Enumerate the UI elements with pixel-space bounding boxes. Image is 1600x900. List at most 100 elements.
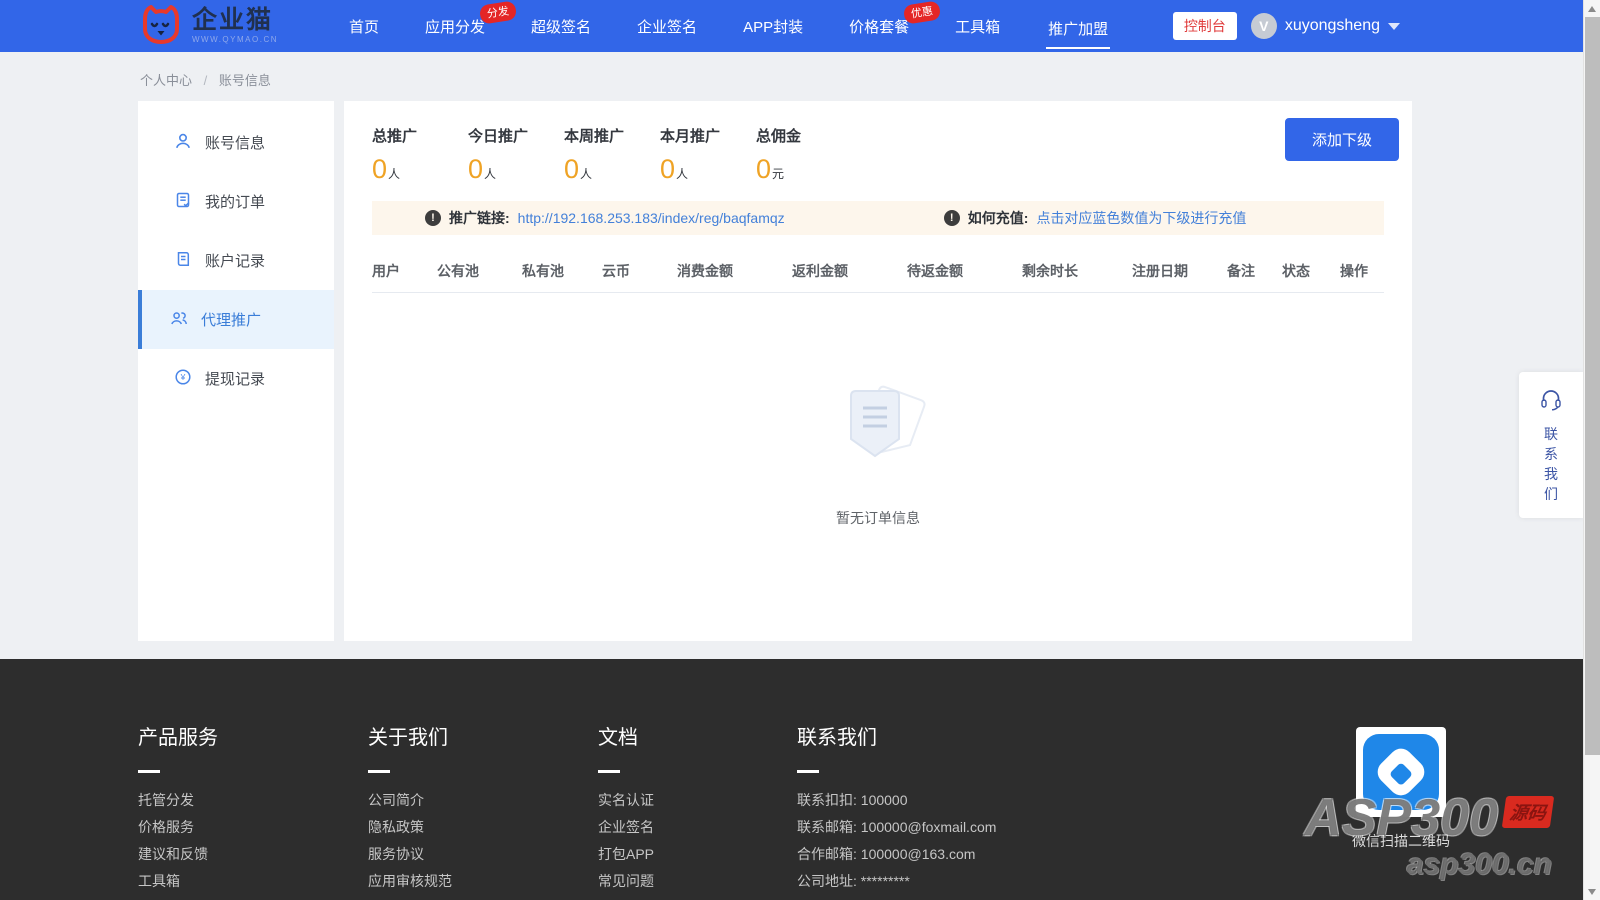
promotion-panel: 总推广 0人 今日推广 0人 本周推广 0人 本月推广 0人 总佣金 0元 添加… <box>344 101 1412 641</box>
user-icon <box>174 132 192 154</box>
nav-item-home[interactable]: 首页 <box>326 0 402 52</box>
ledger-icon <box>174 250 192 272</box>
footer-link-privacy-policy[interactable]: 隐私政策 <box>368 814 598 841</box>
footer-link-pricing-service[interactable]: 价格服务 <box>138 814 368 841</box>
username: xuyongsheng <box>1285 17 1380 35</box>
contact-us-tab[interactable]: 联 系 我 们 <box>1519 372 1583 518</box>
footer-link-package-app[interactable]: 打包APP <box>598 841 797 868</box>
nav-item-app-packaging[interactable]: APP封装 <box>720 0 826 52</box>
divider <box>598 770 620 773</box>
nav-item-label: 首页 <box>349 16 379 37</box>
sidebar: 账号信息 我的订单 账户记录 代理推广 ¥ 提现记录 <box>138 101 334 641</box>
recharge-label: 如何充值: <box>968 208 1029 228</box>
wechat-qr-code <box>1356 727 1446 817</box>
headset-icon <box>1539 387 1563 416</box>
sidebar-item-my-orders[interactable]: 我的订单 <box>138 172 334 231</box>
divider <box>368 770 390 773</box>
footer-link-enterprise-signature[interactable]: 企业签名 <box>598 814 797 841</box>
contact-email: 联系邮箱: 100000@foxmail.com <box>797 814 1217 841</box>
top-navbar: 企业猫 WWW.QYMAO.CN 首页 应用分发分发 超级签名 企业签名 APP… <box>0 0 1600 52</box>
footer-column-products: 产品服务 托管分发 价格服务 建议和反馈 工具箱 <box>138 721 368 895</box>
column-header-consumed-amount: 消费金额 <box>677 261 792 281</box>
footer-column-contact: 联系我们 联系扣扣: 100000 联系邮箱: 100000@foxmail.c… <box>797 721 1217 895</box>
notice-bar: ! 推广链接: http://192.168.253.183/index/reg… <box>372 201 1384 235</box>
withdraw-icon: ¥ <box>174 368 192 390</box>
sidebar-item-account-info[interactable]: 账号信息 <box>138 113 334 172</box>
stat-total-commission: 总佣金 0元 <box>756 125 852 185</box>
empty-state-text: 暂无订单信息 <box>836 508 920 528</box>
footer-link-review-guidelines[interactable]: 应用审核规范 <box>368 868 598 895</box>
column-header-register-date: 注册日期 <box>1132 261 1227 281</box>
info-icon: ! <box>944 210 960 226</box>
scrollbar-thumb[interactable] <box>1585 17 1600 755</box>
stat-today-promotion: 今日推广 0人 <box>468 125 564 185</box>
column-header-cloud-coin: 云币 <box>602 261 677 281</box>
sidebar-item-label: 提现记录 <box>205 368 265 389</box>
nav-item-label: 工具箱 <box>955 16 1000 37</box>
footer-column-docs: 文档 实名认证 企业签名 打包APP 常见问题 <box>598 721 797 895</box>
breadcrumb: 个人中心 / 账号信息 <box>0 52 1600 101</box>
group-icon <box>170 309 188 331</box>
column-header-rebate-amount: 返利金额 <box>792 261 907 281</box>
nav-item-label: 推广加盟 <box>1046 4 1110 49</box>
sidebar-item-agent-promotion[interactable]: 代理推广 <box>138 290 334 349</box>
breadcrumb-account-info: 账号信息 <box>219 73 271 88</box>
sidebar-item-label: 账号信息 <box>205 132 265 153</box>
stat-value: 0 <box>372 154 387 184</box>
column-header-action: 操作 <box>1340 261 1384 281</box>
sidebar-item-label: 代理推广 <box>201 309 261 330</box>
contact-tab-label: 联 系 我 们 <box>1544 424 1558 504</box>
stats-row: 总推广 0人 今日推广 0人 本周推广 0人 本月推广 0人 总佣金 0元 <box>372 125 1384 185</box>
column-header-private-pool: 私有池 <box>522 261 602 281</box>
nav-item-enterprise-signature[interactable]: 企业签名 <box>614 0 720 52</box>
footer-column-about: 关于我们 公司简介 隐私政策 服务协议 应用审核规范 <box>368 721 598 895</box>
footer-link-company-profile[interactable]: 公司简介 <box>368 787 598 814</box>
sidebar-item-withdrawal-records[interactable]: ¥ 提现记录 <box>138 349 334 408</box>
sidebar-item-account-records[interactable]: 账户记录 <box>138 231 334 290</box>
footer-link-service-agreement[interactable]: 服务协议 <box>368 841 598 868</box>
nav-item-app-distribution[interactable]: 应用分发分发 <box>402 0 508 52</box>
footer-link-faq[interactable]: 常见问题 <box>598 868 797 895</box>
nav-item-label: 应用分发 <box>425 16 485 37</box>
promotion-link-label: 推广链接: <box>449 208 510 228</box>
divider <box>797 770 819 773</box>
stat-value: 0 <box>564 154 579 184</box>
empty-state: 暂无订单信息 <box>372 381 1384 528</box>
brand-subtitle: WWW.QYMAO.CN <box>192 36 278 44</box>
nav-item-promotion-alliance[interactable]: 推广加盟 <box>1023 0 1133 52</box>
svg-text:¥: ¥ <box>180 372 186 382</box>
column-header-user: 用户 <box>372 261 437 281</box>
sidebar-item-label: 账户记录 <box>205 250 265 271</box>
promotion-link[interactable]: http://192.168.253.183/index/reg/baqfamq… <box>518 210 785 226</box>
brand-logo[interactable]: 企业猫 WWW.QYMAO.CN <box>138 4 278 49</box>
table-header: 用户 公有池 私有池 云币 消费金额 返利金额 待返金额 剩余时长 注册日期 备… <box>372 249 1384 293</box>
add-subordinate-button[interactable]: 添加下级 <box>1285 118 1399 161</box>
company-address: 公司地址: ********* <box>797 868 1217 895</box>
vertical-scrollbar[interactable] <box>1583 0 1600 900</box>
nav-item-label: 价格套餐 <box>849 16 909 37</box>
user-menu[interactable]: V xuyongsheng <box>1251 13 1400 39</box>
scroll-up-icon[interactable] <box>1584 0 1600 17</box>
column-header-public-pool: 公有池 <box>437 261 522 281</box>
footer-link-real-name-auth[interactable]: 实名认证 <box>598 787 797 814</box>
nav-item-label: APP封装 <box>743 16 803 37</box>
footer-link-hosting-distribution[interactable]: 托管分发 <box>138 787 368 814</box>
info-icon: ! <box>425 210 441 226</box>
order-icon <box>174 191 192 213</box>
chevron-down-icon <box>1388 23 1400 30</box>
breadcrumb-separator: / <box>204 73 208 88</box>
nav-item-pricing[interactable]: 价格套餐优惠 <box>826 0 932 52</box>
stat-value: 0 <box>468 154 483 184</box>
footer-link-feedback[interactable]: 建议和反馈 <box>138 841 368 868</box>
page-footer: 产品服务 托管分发 价格服务 建议和反馈 工具箱 关于我们 公司简介 隐私政策 … <box>0 659 1600 900</box>
console-button[interactable]: 控制台 <box>1173 12 1237 40</box>
footer-link-toolbox[interactable]: 工具箱 <box>138 868 368 895</box>
scroll-down-icon[interactable] <box>1584 883 1600 900</box>
empty-document-icon <box>823 381 933 482</box>
column-header-remaining-time: 剩余时长 <box>1022 261 1132 281</box>
cat-logo-icon <box>138 4 182 49</box>
nav-item-super-signature[interactable]: 超级签名 <box>508 0 614 52</box>
recharge-tip-link[interactable]: 点击对应蓝色数值为下级进行充值 <box>1036 208 1246 228</box>
nav-item-toolbox[interactable]: 工具箱 <box>932 0 1023 52</box>
breadcrumb-personal-center[interactable]: 个人中心 <box>140 73 192 88</box>
